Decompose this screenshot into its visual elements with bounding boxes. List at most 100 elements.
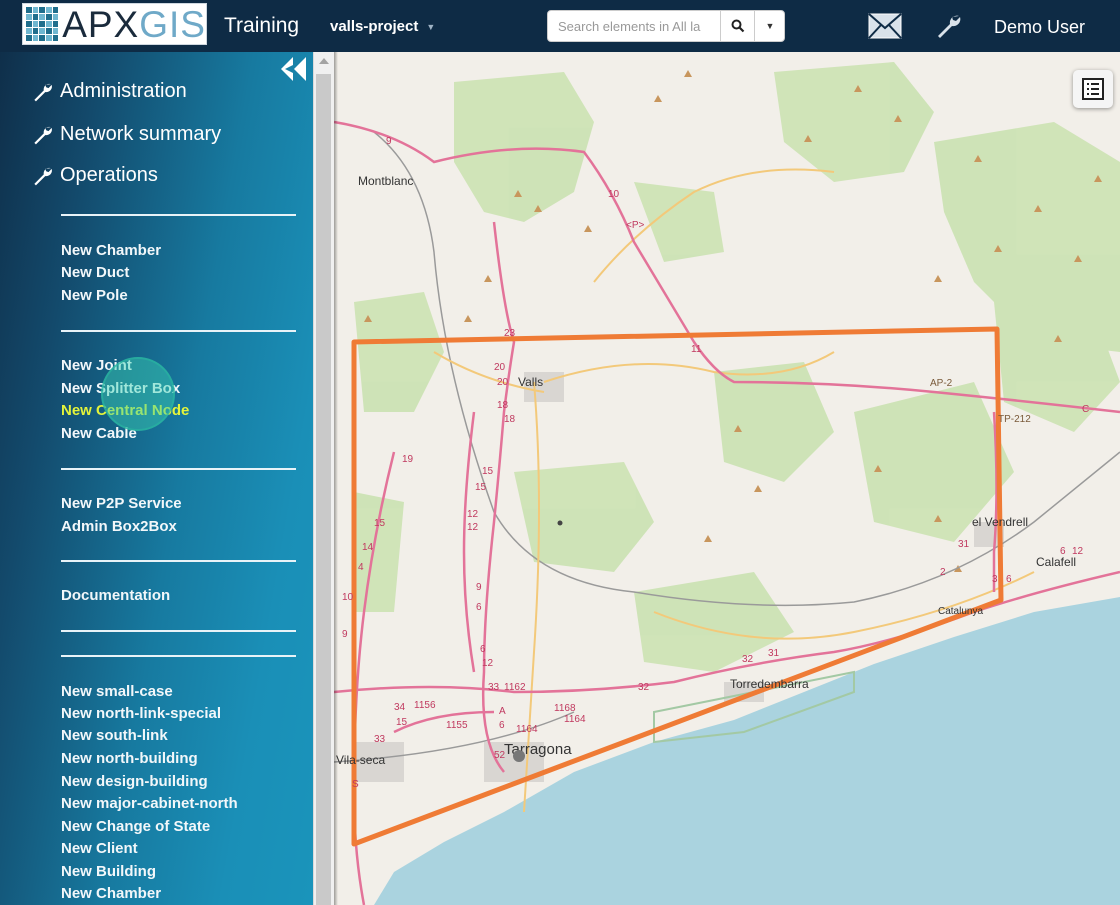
road-label: 1164 [564,714,586,725]
road-label: 9 [476,582,482,593]
envelope-icon [868,13,902,39]
menu-item-new-splitter-box[interactable]: New Splitter Box [61,380,180,397]
road-label: 15 [374,518,386,529]
menu-network-summary[interactable]: Network summary [32,123,221,146]
road-label: A [499,706,506,717]
menu-item-admin-box2box[interactable]: Admin Box2Box [61,518,177,535]
menu-item-new-client[interactable]: New Client [61,840,138,857]
search-input[interactable] [548,11,738,41]
road-label: 4 [358,562,364,573]
menu-item-new-central-node[interactable]: New Central Node [61,402,189,419]
road-label: <P> [626,220,645,231]
scrollbar-thumb[interactable] [316,74,331,905]
road-label: 1168 [554,703,576,714]
place-label-torredembarra: Torredembarra [730,677,809,691]
road-label: 12 [482,658,494,669]
search-icon [731,19,745,33]
road-label: 12 [1072,546,1084,557]
road-label: 6 [1006,574,1012,585]
place-label-valls: Valls [518,375,543,389]
layers-list-button[interactable] [1073,70,1113,108]
city-marker [513,750,525,762]
menu-item-documentation[interactable]: Documentation [61,587,170,604]
logo-text-apx: APX [62,3,140,45]
messages-button[interactable] [868,13,902,44]
menu-item-new-pole[interactable]: New Pole [61,287,128,304]
road-label: 1164 [516,724,538,735]
menu-item-new-north-building[interactable]: New north-building [61,750,198,767]
menu-administration[interactable]: Administration [32,80,187,103]
sidebar: Administration Network summary Operation… [0,52,313,905]
road-label: 6 [499,720,505,731]
road-label: AP-2 [930,378,953,389]
menu-item-new-chamber[interactable]: New Chamber [61,242,161,259]
menu-item-new-chamber-2[interactable]: New Chamber [61,885,161,902]
sidebar-scrollbar[interactable] [313,52,335,905]
menu-item-new-small-case[interactable]: New small-case [61,683,173,700]
search-button[interactable] [720,11,755,41]
top-bar: APXGIS Training valls-project ▼ ▼ Demo Us… [0,0,1120,52]
road-label: 12 [467,522,479,533]
menu-operations[interactable]: Operations [32,164,158,187]
road-label: 32 [742,654,754,665]
menu-label: Administration [60,80,187,102]
project-selector[interactable]: valls-project ▼ [330,18,435,35]
menu-item-new-design-building[interactable]: New design-building [61,773,208,790]
road-label: 12 [467,509,479,520]
road-label: 1155 [446,720,468,731]
divider [61,330,296,332]
road-label: 33 [374,734,386,745]
divider [61,468,296,470]
place-label-calafell: Calafell [1036,555,1076,569]
list-icon [1082,78,1104,100]
scroll-up-arrow-icon[interactable] [319,58,329,64]
road-label: 33 [488,682,500,693]
road-label: 6 [1060,546,1066,557]
road-label: 52 [494,750,506,761]
road-label: 11 [691,344,702,355]
logo-text-gis: GIS [139,3,206,45]
menu-item-new-major-cabinet-north[interactable]: New major-cabinet-north [61,795,238,812]
user-menu[interactable]: Demo User [994,17,1085,38]
map-point-marker[interactable] [557,520,563,526]
road-label: 19 [402,454,414,465]
menu-label: Network summary [60,123,222,145]
project-name: valls-project [330,18,419,35]
place-label-vendrell: el Vendrell [972,515,1028,529]
divider [61,560,296,562]
menu-item-new-north-link-special[interactable]: New north-link-special [61,705,221,722]
road-label: 3 [992,574,998,585]
road-label: 34 [394,702,406,713]
divider [61,630,296,632]
menu-item-new-duct[interactable]: New Duct [61,264,129,281]
road-label: 1162 [504,682,526,693]
road-label: 15 [482,466,494,477]
road-label: S [352,779,359,790]
menu-item-new-south-link[interactable]: New south-link [61,727,168,744]
wrench-icon [938,15,961,38]
road-label: 15 [396,717,408,728]
sidebar-shadow [334,52,338,905]
menu-item-new-joint[interactable]: New Joint [61,357,132,374]
road-label: 6 [476,602,482,613]
road-label: 10 [342,592,354,603]
road-label: 18 [504,414,516,425]
menu-item-new-cable[interactable]: New Cable [61,425,137,442]
menu-item-new-p2p-service[interactable]: New P2P Service [61,495,182,512]
settings-button[interactable] [935,12,963,45]
road-label-catalunya: Catalunya [938,606,983,617]
logo-mark-icon [26,7,59,41]
road-label: 14 [362,542,374,553]
app-logo[interactable]: APX GIS [22,3,207,45]
menu-item-new-building[interactable]: New Building [61,863,156,880]
road-label: 15 [475,482,487,493]
map-canvas[interactable]: Montblanc Valls Tarragona Torredembarra … [334,52,1120,905]
map-view[interactable]: Montblanc Valls Tarragona Torredembarra … [334,52,1120,905]
caret-down-icon: ▼ [426,22,436,33]
menu-item-new-change-of-state[interactable]: New Change of State [61,818,210,835]
road-label: 18 [497,400,509,411]
collapse-sidebar-icon[interactable] [280,56,308,82]
road-label: 31 [958,539,970,550]
wrench-icon [34,167,52,185]
search-scope-dropdown[interactable]: ▼ [754,11,785,41]
